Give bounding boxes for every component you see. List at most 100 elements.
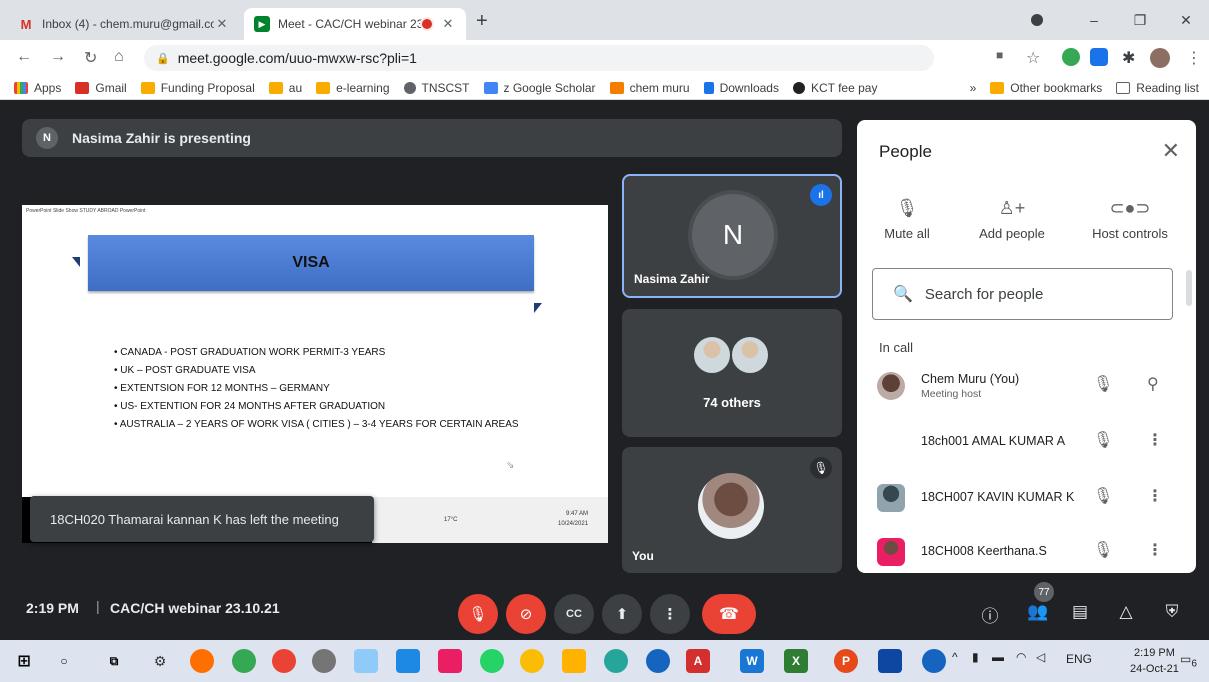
- chrome-icon[interactable]: [272, 649, 296, 673]
- participant-row[interactable]: 18CH008 Keerthana.S 🎙 ⋮: [857, 530, 1196, 573]
- chat-icon[interactable]: ▤: [1068, 602, 1092, 622]
- mic-off-icon[interactable]: 🎙: [1093, 374, 1113, 394]
- calculator-icon[interactable]: [878, 649, 902, 673]
- present-button[interactable]: ⬆: [602, 594, 642, 634]
- host-shield-icon[interactable]: ⛨: [1160, 602, 1184, 622]
- tab-close-icon[interactable]: ✕: [214, 16, 230, 32]
- browser-menu-icon[interactable]: ⋮: [1186, 48, 1202, 68]
- volume-icon[interactable]: ◁: [1036, 650, 1045, 664]
- bookmark-apps[interactable]: Apps: [14, 81, 61, 95]
- people-icon[interactable]: 👥: [1026, 602, 1050, 622]
- mic-off-icon[interactable]: 🎙: [1093, 486, 1113, 506]
- back-icon[interactable]: ←: [16, 48, 32, 66]
- reading-list[interactable]: Reading list: [1116, 81, 1199, 95]
- paint-icon[interactable]: [354, 649, 378, 673]
- bookmark-other[interactable]: Other bookmarks: [990, 81, 1102, 95]
- notification-icon[interactable]: ▭6: [1180, 652, 1197, 669]
- more-options-icon[interactable]: ⋮: [1147, 540, 1163, 560]
- chrome-icon[interactable]: [604, 649, 628, 673]
- bookmark-e-learning[interactable]: e-learning: [316, 81, 390, 95]
- close-icon[interactable]: ✕: [1162, 138, 1180, 164]
- bookmark-kct-fee-pay[interactable]: KCT fee pay: [792, 81, 877, 95]
- scrollbar[interactable]: [1186, 270, 1192, 306]
- bookmark-downloads[interactable]: Downloads: [703, 81, 779, 95]
- chrome-icon[interactable]: [646, 649, 670, 673]
- app-icon[interactable]: [922, 649, 946, 673]
- cursor-icon: ⇘: [506, 460, 515, 471]
- task-view-icon[interactable]: ⧉: [102, 649, 126, 673]
- tile-name: Nasima Zahir: [634, 272, 710, 286]
- bookmark-google-scholar[interactable]: z Google Scholar: [483, 81, 596, 95]
- search-icon[interactable]: ○: [52, 649, 76, 673]
- system-clock[interactable]: 2:19 PM 24-Oct-21: [1130, 645, 1179, 677]
- battery-icon[interactable]: ▬: [992, 650, 1004, 664]
- reload-icon[interactable]: ↻: [84, 48, 97, 68]
- mic-toggle-button[interactable]: 🎙: [458, 594, 498, 634]
- app-icon[interactable]: [190, 649, 214, 673]
- acrobat-icon[interactable]: A: [686, 649, 710, 673]
- participant-row[interactable]: 18ch001 AMAL KUMAR A 🎙 ⋮: [857, 420, 1196, 468]
- extension-icon[interactable]: [1090, 48, 1108, 66]
- powerpoint-icon[interactable]: P: [834, 649, 858, 673]
- restore-button[interactable]: ❐: [1117, 0, 1163, 40]
- settings-icon[interactable]: ⚙: [148, 649, 172, 673]
- camera-toggle-button[interactable]: ⊘: [506, 594, 546, 634]
- search-input[interactable]: 🔍 Search for people: [872, 268, 1173, 320]
- language-indicator[interactable]: ENG: [1066, 652, 1092, 666]
- forward-icon[interactable]: →: [50, 48, 66, 66]
- bookmark-tnscst[interactable]: TNSCST: [403, 81, 470, 95]
- extension-icon[interactable]: [1062, 48, 1080, 66]
- pin-icon[interactable]: ⚲: [1147, 374, 1159, 394]
- tile-others[interactable]: 74 others: [622, 309, 842, 437]
- file-explorer-icon[interactable]: [562, 649, 586, 673]
- gmail-icon: [75, 81, 90, 94]
- word-icon[interactable]: W: [740, 649, 764, 673]
- more-options-icon[interactable]: ⋮: [1147, 430, 1163, 450]
- end-call-button[interactable]: ☎: [702, 594, 756, 634]
- extensions-puzzle-icon[interactable]: ✱: [1122, 48, 1135, 68]
- tab-close-icon[interactable]: ✕: [440, 16, 456, 32]
- captions-button[interactable]: CC: [554, 594, 594, 634]
- add-people-button[interactable]: ♙+ Add people: [967, 198, 1057, 241]
- mic-off-icon[interactable]: 🎙: [1093, 430, 1113, 450]
- windows-start-icon[interactable]: ⊞: [12, 649, 36, 673]
- activities-icon[interactable]: △: [1114, 602, 1138, 622]
- chrome-icon[interactable]: [312, 649, 336, 673]
- info-icon[interactable]: ⓘ: [978, 602, 1002, 627]
- tab-meet[interactable]: ▶ Meet - CAC/CH webinar 23.1 ✕: [244, 8, 466, 40]
- whatsapp-icon[interactable]: [480, 649, 504, 673]
- camera-icon[interactable]: ■: [996, 48, 1003, 62]
- more-options-button[interactable]: ⋮: [650, 594, 690, 634]
- close-window-button[interactable]: ✕: [1163, 0, 1209, 40]
- star-icon[interactable]: ☆: [1026, 48, 1040, 68]
- mute-all-button[interactable]: 🎙 Mute all: [877, 198, 937, 241]
- bookmark-au[interactable]: au: [268, 81, 302, 95]
- pen-icon[interactable]: ▮: [972, 650, 979, 664]
- bookmark-gmail[interactable]: Gmail: [75, 81, 127, 95]
- profile-avatar[interactable]: [1150, 48, 1170, 68]
- participant-row[interactable]: 18CH007 KAVIN KUMAR K 🎙 ⋮: [857, 476, 1196, 524]
- new-tab-button[interactable]: +: [476, 10, 488, 33]
- bookmark-funding-proposal[interactable]: Funding Proposal: [140, 81, 255, 95]
- profile-dot-icon[interactable]: [1031, 14, 1043, 26]
- wifi-icon[interactable]: ◠: [1016, 650, 1026, 664]
- tray-chevron-icon[interactable]: ^: [952, 650, 958, 664]
- excel-icon[interactable]: X: [784, 649, 808, 673]
- tab-gmail[interactable]: M Inbox (4) - chem.muru@gmail.co ✕: [8, 8, 240, 40]
- chrome-icon[interactable]: [232, 649, 256, 673]
- bookmarks-overflow[interactable]: »: [970, 81, 977, 95]
- app-icon[interactable]: [438, 649, 462, 673]
- url-bar[interactable]: 🔒 meet.google.com/uuo-mwxw-rsc?pli=1: [144, 45, 934, 71]
- tile-presenter[interactable]: N ıl Nasima Zahir: [622, 174, 842, 298]
- home-icon[interactable]: ⌂: [114, 48, 124, 66]
- others-count: 74 others: [703, 395, 761, 410]
- chrome-icon[interactable]: [520, 649, 544, 673]
- tile-you[interactable]: 🎙 You: [622, 447, 842, 573]
- mic-off-icon[interactable]: 🎙: [1093, 540, 1113, 560]
- host-controls-button[interactable]: ⊂●⊃ Host controls: [1085, 198, 1175, 241]
- photos-icon[interactable]: [396, 649, 420, 673]
- participant-row[interactable]: Chem Muru (You) Meeting host 🎙 ⚲: [857, 364, 1196, 412]
- bookmark-chem-muru[interactable]: chem muru: [609, 81, 690, 95]
- more-options-icon[interactable]: ⋮: [1147, 486, 1163, 506]
- minimize-button[interactable]: –: [1071, 0, 1117, 40]
